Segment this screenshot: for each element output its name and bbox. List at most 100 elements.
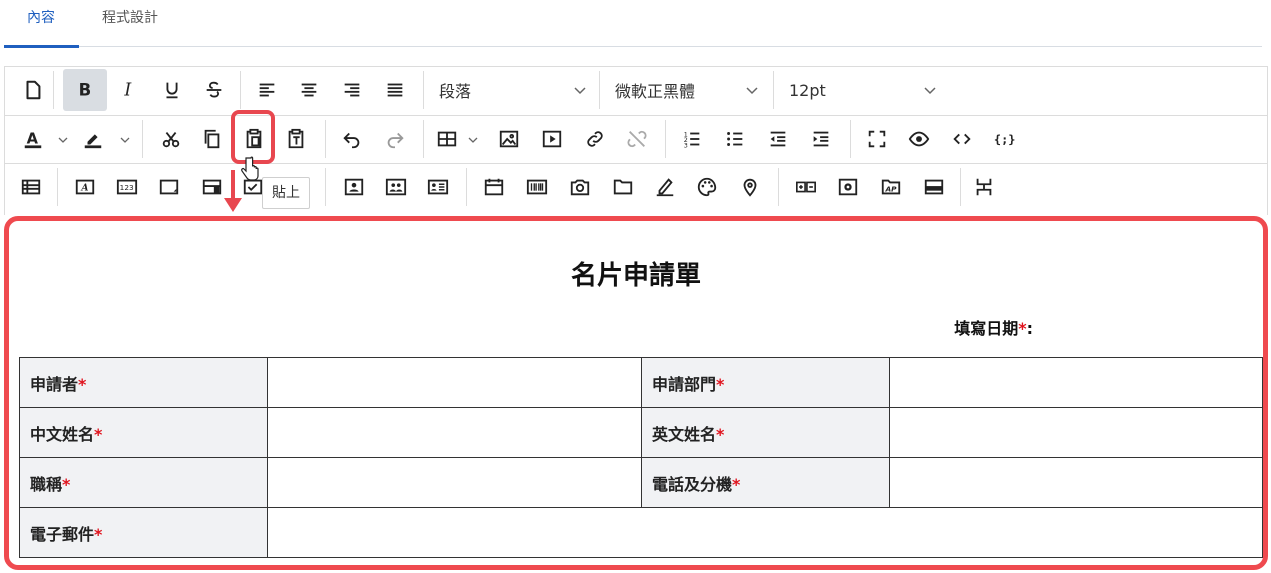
cut-icon[interactable] (157, 125, 185, 153)
text-color-icon[interactable]: A (19, 125, 47, 153)
separator (778, 168, 779, 206)
align-left-icon[interactable] (253, 76, 281, 104)
table-row: 職稱* 電話及分機* (19, 457, 1263, 508)
separator (423, 120, 424, 158)
svg-text:123: 123 (120, 183, 134, 192)
indent-icon[interactable] (807, 125, 835, 153)
align-right-icon[interactable] (338, 76, 366, 104)
source-code-icon[interactable] (948, 125, 976, 153)
tab-bar: 內容 程式設計 (0, 0, 1262, 48)
camera-icon[interactable] (566, 173, 594, 201)
settings-field-icon[interactable] (834, 173, 862, 201)
annotation-arrow-head (224, 198, 242, 212)
svg-text:I: I (123, 81, 132, 101)
svg-text:A: A (27, 131, 39, 148)
highlight-color-icon[interactable] (79, 125, 107, 153)
svg-text:3: 3 (684, 141, 688, 149)
english-name-field[interactable] (889, 407, 1263, 458)
job-title-label: 職稱* (19, 457, 268, 508)
fill-date-label: 填寫日期*: (954, 319, 1033, 338)
font-family-dropdown[interactable]: 微軟正黑體 (615, 75, 759, 105)
table-row: 電子郵件* (19, 507, 1263, 558)
separator (57, 168, 58, 206)
italic-button[interactable]: I (115, 76, 143, 104)
strikethrough-button[interactable] (200, 76, 228, 104)
separator (240, 71, 241, 109)
paragraph-format-dropdown[interactable]: 段落 (439, 75, 587, 105)
phone-ext-field[interactable] (889, 457, 1263, 508)
palette-icon[interactable] (693, 173, 721, 201)
chevron-down-icon (746, 87, 758, 95)
date-field-icon[interactable] (480, 173, 508, 201)
email-field[interactable] (267, 507, 1263, 558)
department-field[interactable] (889, 357, 1263, 408)
app-field-icon[interactable]: AP (877, 173, 905, 201)
number-field-icon[interactable]: 123 (113, 173, 141, 201)
chinese-name-field[interactable] (267, 407, 642, 458)
separator (423, 71, 424, 109)
text-field-icon[interactable]: A (71, 173, 99, 201)
separator (53, 71, 54, 109)
separator (142, 120, 143, 158)
font-size-dropdown[interactable]: 12pt (789, 75, 937, 105)
redo-icon[interactable] (381, 125, 409, 153)
preview-icon[interactable] (905, 125, 933, 153)
align-center-icon[interactable] (295, 76, 323, 104)
phone-ext-label: 電話及分機* (641, 457, 890, 508)
group-field-icon[interactable] (382, 173, 410, 201)
separator (665, 120, 666, 158)
chevron-down-icon[interactable] (57, 134, 69, 146)
location-icon[interactable] (736, 173, 764, 201)
unlink-icon[interactable] (623, 125, 651, 153)
tab-code[interactable]: 程式設計 (102, 8, 158, 28)
bold-button[interactable]: B (63, 69, 107, 111)
chevron-down-icon (924, 87, 936, 95)
font-family-value: 微軟正黑體 (615, 82, 696, 101)
media-icon[interactable] (538, 125, 566, 153)
folder-icon[interactable] (609, 173, 637, 201)
image-icon[interactable] (495, 125, 523, 153)
numbered-list-icon[interactable]: 123 (678, 125, 706, 153)
department-label: 申請部門* (641, 357, 890, 408)
svg-text:A: A (80, 183, 88, 194)
toolbar-row-3: A 123 AP (5, 163, 1267, 210)
user-field-icon[interactable] (340, 173, 368, 201)
code-sample-icon[interactable]: {;} (990, 125, 1018, 153)
align-justify-icon[interactable] (381, 76, 409, 104)
chevron-down-icon[interactable] (119, 134, 131, 146)
form-table-icon[interactable] (17, 173, 45, 201)
button-field-icon[interactable] (792, 173, 820, 201)
separator (773, 71, 774, 109)
outdent-icon[interactable] (764, 125, 792, 153)
paste-as-text-icon[interactable] (282, 125, 310, 153)
spacing-icon[interactable] (970, 173, 998, 201)
job-title-field[interactable] (267, 457, 642, 508)
chevron-down-icon[interactable] (467, 134, 479, 146)
hand-cursor-icon (241, 156, 259, 181)
select-field-icon[interactable] (198, 173, 226, 201)
contact-card-icon[interactable] (424, 173, 452, 201)
toolbar-row-1: B I 段落 微軟正黑體 12pt (5, 67, 1267, 113)
paste-tooltip: 貼上 (262, 177, 310, 209)
separator (325, 120, 326, 158)
separator (466, 168, 467, 206)
svg-text:AP: AP (885, 185, 898, 194)
tab-content[interactable]: 內容 (27, 8, 55, 28)
editor-content-area[interactable]: 名片申請單 填寫日期*: 申請者* 申請部門* 中文姓名* 英文姓名* 職稱* … (4, 216, 1268, 570)
fullscreen-icon[interactable] (863, 125, 891, 153)
textarea-icon[interactable] (155, 173, 183, 201)
table-row: 中文姓名* 英文姓名* (19, 407, 1263, 458)
bullet-list-icon[interactable] (721, 125, 749, 153)
barcode-icon[interactable] (523, 173, 551, 201)
undo-icon[interactable] (338, 125, 366, 153)
copy-icon[interactable] (198, 125, 226, 153)
applicant-field[interactable] (267, 357, 642, 408)
link-icon[interactable] (581, 125, 609, 153)
signature-icon[interactable] (651, 173, 679, 201)
table-row: 申請者* 申請部門* (19, 357, 1263, 408)
underline-button[interactable] (158, 76, 186, 104)
table-icon[interactable] (433, 125, 461, 153)
data-grid-icon[interactable] (920, 173, 948, 201)
active-tab-indicator (4, 45, 79, 48)
new-document-icon[interactable] (19, 76, 47, 104)
